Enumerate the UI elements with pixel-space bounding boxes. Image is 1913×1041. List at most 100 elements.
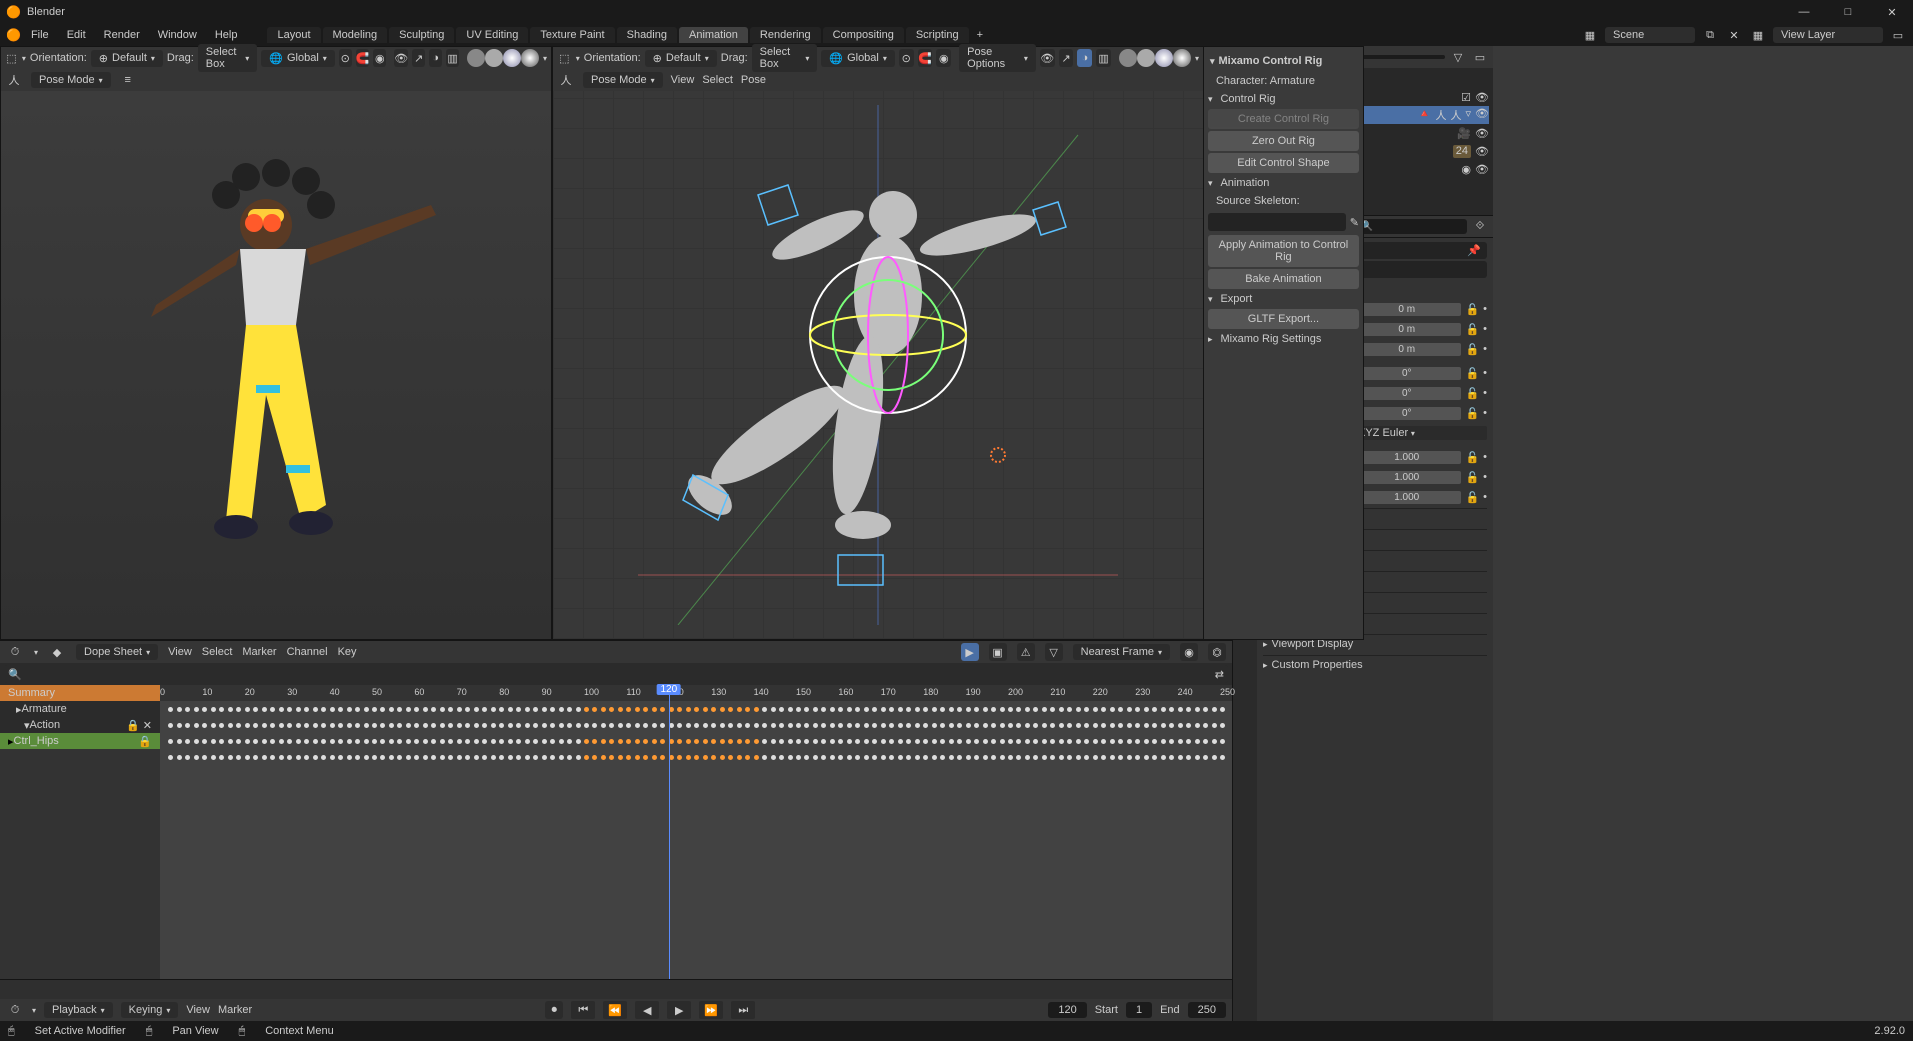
keyframe[interactable] (245, 723, 250, 728)
overlays-icon[interactable]: ◑ (1077, 49, 1092, 67)
keyframe[interactable] (389, 707, 394, 712)
eyedropper-icon[interactable]: ✎ (1350, 216, 1359, 229)
keyframe[interactable] (940, 739, 945, 744)
show-hidden-icon[interactable]: ⚠ (1017, 643, 1035, 661)
keyframe[interactable] (898, 739, 903, 744)
pose-menu[interactable]: Pose (741, 74, 766, 86)
keyframe[interactable] (1135, 739, 1140, 744)
keyframe[interactable] (1084, 707, 1089, 712)
keyframe[interactable] (491, 739, 496, 744)
keyframe[interactable] (355, 707, 360, 712)
keyframe[interactable] (287, 723, 292, 728)
keyframe[interactable] (304, 739, 309, 744)
keyframe[interactable] (626, 739, 631, 744)
keyframe[interactable] (728, 739, 733, 744)
keyframe[interactable] (847, 755, 852, 760)
tab-scripting[interactable]: Scripting (906, 27, 969, 43)
keyframe[interactable] (406, 707, 411, 712)
dopesheet-mode-icon[interactable]: ◆ (48, 643, 66, 661)
keyframe[interactable] (991, 707, 996, 712)
current-frame-field[interactable]: 120 (1048, 1002, 1086, 1018)
keyframe[interactable] (1000, 755, 1005, 760)
keyframe[interactable] (720, 755, 725, 760)
keyframe[interactable] (423, 755, 428, 760)
keyframe[interactable] (1161, 755, 1166, 760)
keyframe[interactable] (542, 755, 547, 760)
toggle-visibility-icon[interactable]: 👁 (394, 49, 408, 67)
keyframe[interactable] (643, 707, 648, 712)
keyframe[interactable] (660, 739, 665, 744)
keyframe[interactable] (253, 723, 258, 728)
keyframe[interactable] (592, 707, 597, 712)
rotation-y-field[interactable]: 0° (1352, 387, 1461, 400)
pivot-icon[interactable]: ⊙ (339, 49, 352, 67)
keyframe[interactable] (779, 707, 784, 712)
keyframe[interactable] (372, 723, 377, 728)
keyframe[interactable] (1203, 755, 1208, 760)
keyframe[interactable] (1195, 755, 1200, 760)
keyframe[interactable] (635, 723, 640, 728)
orientation-dropdown[interactable]: ⊕Default▾ (91, 50, 163, 67)
keyframe[interactable] (754, 723, 759, 728)
keyframe[interactable] (1127, 723, 1132, 728)
keyframe[interactable] (932, 707, 937, 712)
keyframe[interactable] (364, 739, 369, 744)
keyframe[interactable] (296, 739, 301, 744)
gltf-export-button[interactable]: GLTF Export... (1208, 309, 1359, 329)
keyframe[interactable] (508, 739, 513, 744)
filter-icon[interactable]: ▽ (1045, 643, 1063, 661)
select-menu[interactable]: Select (702, 74, 733, 86)
keyframe[interactable] (270, 707, 275, 712)
keyframe[interactable] (889, 707, 894, 712)
keyframe[interactable] (660, 707, 665, 712)
timeline-view-menu[interactable]: View (186, 1004, 210, 1016)
keyframe[interactable] (889, 723, 894, 728)
keyframe[interactable] (550, 755, 555, 760)
keyframe[interactable] (1050, 723, 1055, 728)
keyframe[interactable] (864, 755, 869, 760)
keyframe[interactable] (1016, 707, 1021, 712)
keyframe[interactable] (330, 707, 335, 712)
keyframe[interactable] (202, 739, 207, 744)
tab-texpaint[interactable]: Texture Paint (530, 27, 614, 43)
keyframe[interactable] (618, 739, 623, 744)
keyframe[interactable] (1152, 739, 1157, 744)
keyframe[interactable] (626, 755, 631, 760)
lock-icon[interactable]: 🔓 (1465, 343, 1479, 356)
keyframe[interactable] (228, 755, 233, 760)
keyframe[interactable] (1016, 739, 1021, 744)
keyframe[interactable] (906, 723, 911, 728)
keyframe[interactable] (576, 739, 581, 744)
keyframe[interactable] (1000, 739, 1005, 744)
keyframe[interactable] (228, 723, 233, 728)
keyframe[interactable] (1101, 739, 1106, 744)
keyframe[interactable] (406, 755, 411, 760)
start-frame-field[interactable]: 1 (1126, 1002, 1152, 1018)
keyframe[interactable] (567, 739, 572, 744)
tab-compositing[interactable]: Compositing (823, 27, 904, 43)
dope-menu-key[interactable]: Key (338, 646, 357, 658)
keyframe[interactable] (677, 739, 682, 744)
keyframe[interactable] (1110, 707, 1115, 712)
keyframe[interactable] (754, 755, 759, 760)
pin-icon[interactable]: ⟐ (1471, 218, 1489, 236)
keyframe[interactable] (168, 707, 173, 712)
keyframe[interactable] (516, 707, 521, 712)
keyframe[interactable] (652, 739, 657, 744)
keyframe[interactable] (211, 723, 216, 728)
keyframe[interactable] (508, 707, 513, 712)
scale-y-field[interactable]: 1.000 (1352, 471, 1461, 484)
keyframe[interactable] (1101, 755, 1106, 760)
proportional-icon[interactable]: ◉ (936, 49, 951, 67)
keyframe[interactable] (762, 739, 767, 744)
keyframe[interactable] (1067, 755, 1072, 760)
keyframe[interactable] (355, 739, 360, 744)
keyframe[interactable] (1118, 707, 1123, 712)
keyframe[interactable] (347, 739, 352, 744)
keyframe[interactable] (194, 707, 199, 712)
keyframe[interactable] (338, 755, 343, 760)
keyframe[interactable] (245, 755, 250, 760)
add-workspace-button[interactable]: + (971, 27, 989, 43)
keyframe[interactable] (830, 755, 835, 760)
keyframe[interactable] (745, 739, 750, 744)
